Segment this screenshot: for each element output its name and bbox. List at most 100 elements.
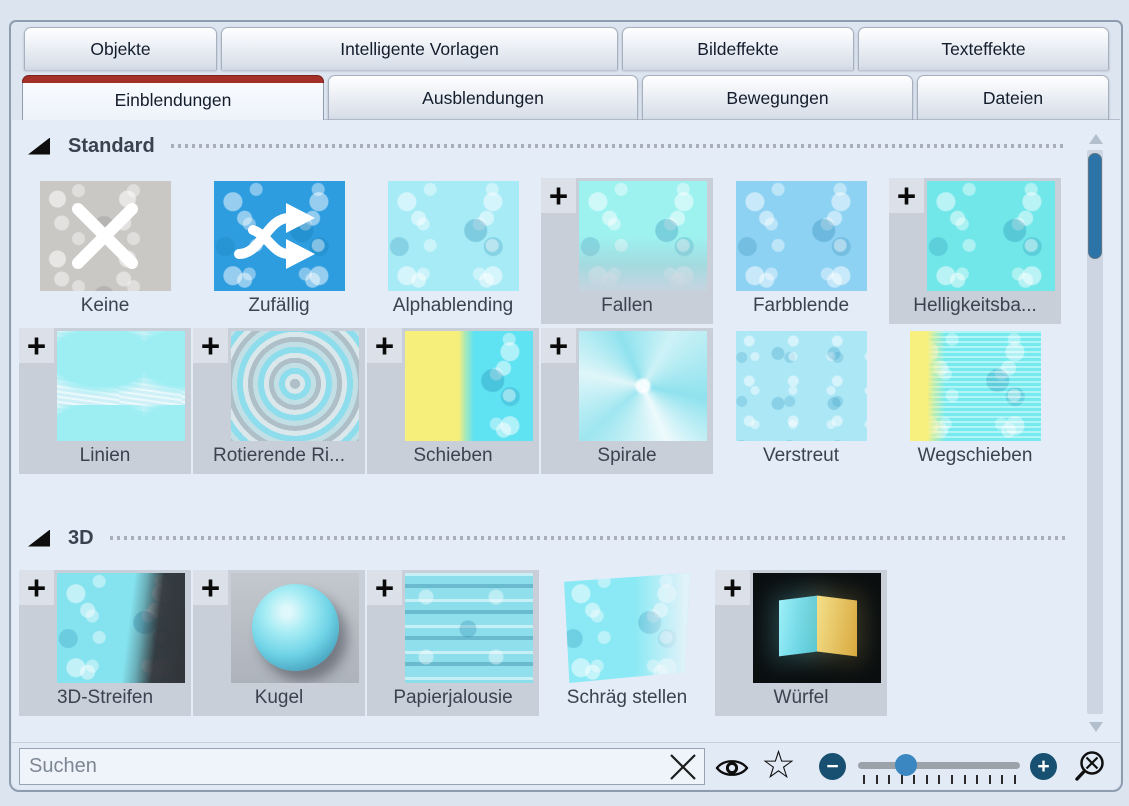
section-dotted-rule — [110, 536, 1065, 540]
effect-label: 3D-Streifen — [19, 687, 191, 709]
tab-dateien[interactable]: Dateien — [917, 75, 1109, 120]
effect-thumbnail — [910, 331, 1041, 441]
effect-tile-farbblende[interactable]: Farbblende — [715, 178, 887, 324]
effect-thumbnail — [231, 331, 359, 441]
effect-thumbnail — [231, 573, 359, 683]
thumbnail-size-slider-thumb[interactable] — [895, 754, 917, 776]
slider-tick — [876, 775, 878, 784]
plus-badge: + — [367, 328, 402, 363]
effect-label: Helligkeitsba... — [889, 295, 1061, 317]
collapse-triangle-icon — [28, 138, 50, 155]
effect-tile-schieben[interactable]: + Schieben — [367, 328, 539, 474]
bottom-toolbar: ☆ − + — [12, 742, 1120, 789]
effect-tile-wuerfel[interactable]: +Würfel — [715, 570, 887, 716]
effect-label: Verstreut — [715, 445, 887, 467]
slider-tick — [1014, 775, 1016, 784]
tab-ausblendungen[interactable]: Ausblendungen — [328, 75, 638, 120]
effect-thumbnail — [57, 331, 185, 441]
tab-intelligente-vorlagen[interactable]: Intelligente Vorlagen — [221, 27, 618, 70]
slider-tick — [989, 775, 991, 784]
effect-tile-fallen[interactable]: + Fallen — [541, 178, 713, 324]
effect-tile-kugel[interactable]: + Kugel — [193, 570, 365, 716]
effect-tile-jalousie[interactable]: + Papierjalousie — [367, 570, 539, 716]
effect-label: Linien — [19, 445, 191, 467]
tab-bewegungen[interactable]: Bewegungen — [642, 75, 913, 120]
effect-thumbnail — [388, 181, 519, 291]
effect-label: Schräg stellen — [541, 687, 713, 709]
zoom-in-button[interactable]: + — [1030, 753, 1057, 780]
star-icon[interactable]: ☆ — [761, 742, 796, 789]
effects-panel: ObjekteIntelligente VorlagenBildeffekteT… — [9, 20, 1123, 792]
slider-tick — [913, 775, 915, 784]
effect-tile-linien[interactable]: + Linien — [19, 328, 191, 474]
effect-label: Farbblende — [715, 295, 887, 317]
plus-badge: + — [193, 328, 228, 363]
effect-tile-ringe[interactable]: + Rotierende Ri... — [193, 328, 365, 474]
tab-bildeffekte[interactable]: Bildeffekte — [622, 27, 854, 70]
zoom-reset-magnifier-icon[interactable] — [1072, 749, 1108, 785]
slider-tick — [951, 775, 953, 784]
tab-texteffekte[interactable]: Texteffekte — [858, 27, 1109, 70]
tab-einblendungen[interactable]: Einblendungen — [22, 75, 324, 120]
effect-label: Wegschieben — [889, 445, 1061, 467]
slider-tick — [964, 775, 966, 784]
effect-thumbnail — [927, 181, 1055, 291]
effect-thumbnail — [579, 331, 707, 441]
tab-objekte[interactable]: Objekte — [24, 27, 217, 70]
effect-thumbnail — [579, 181, 707, 291]
effect-label: Papierjalousie — [367, 687, 539, 709]
section-dotted-rule — [171, 144, 1065, 148]
effect-thumbnail — [562, 573, 693, 683]
effect-tile-wegschieben[interactable]: Wegschieben — [889, 328, 1061, 474]
effect-thumbnail — [736, 331, 867, 441]
effect-tile-zufaellig[interactable]: Zufällig — [193, 178, 365, 324]
effect-label: Keine — [19, 295, 191, 317]
effects-content-area: StandardKeineZufälligAlphablending+Falle… — [12, 120, 1120, 742]
slider-tick — [901, 775, 903, 784]
effect-tile-verstreut[interactable]: Verstreut — [715, 328, 887, 474]
clear-search-icon[interactable] — [668, 752, 698, 782]
plus-badge: + — [193, 570, 228, 605]
effect-thumbnail — [753, 573, 881, 683]
effect-thumbnail — [214, 181, 345, 291]
effect-thumbnail — [405, 573, 533, 683]
slider-tick — [926, 775, 928, 784]
plus-badge: + — [19, 328, 54, 363]
effect-tile-helligkeit[interactable]: + Helligkeitsba... — [889, 178, 1061, 324]
scrollbar-thumb[interactable] — [1088, 153, 1102, 259]
plus-badge: + — [889, 178, 924, 213]
scrollbar-down-arrow-icon[interactable] — [1089, 722, 1103, 732]
section-title: 3D — [68, 527, 94, 550]
slider-tick — [1001, 775, 1003, 784]
effect-thumbnail — [57, 573, 185, 683]
plus-badge: + — [19, 570, 54, 605]
x-cross-icon — [65, 196, 145, 276]
slider-tick — [976, 775, 978, 784]
collapse-triangle-icon — [28, 530, 50, 547]
effect-label: Alphablending — [367, 295, 539, 317]
effect-label: Rotierende Ri... — [193, 445, 365, 467]
slider-tick — [888, 775, 890, 784]
slider-tick — [863, 775, 865, 784]
plus-badge: + — [541, 178, 576, 213]
effect-label: Schieben — [367, 445, 539, 467]
effect-tile-alpha[interactable]: Alphablending — [367, 178, 539, 324]
eye-icon[interactable] — [715, 756, 749, 780]
shuffle-arrows-icon — [229, 196, 329, 276]
effect-label: Fallen — [541, 295, 713, 317]
search-input[interactable] — [19, 748, 705, 785]
effect-tile-schraeg[interactable]: Schräg stellen — [541, 570, 713, 716]
section-header-standard[interactable]: Standard — [28, 132, 1065, 160]
thumbnail-size-slider-track[interactable] — [858, 762, 1020, 769]
effect-label: Kugel — [193, 687, 365, 709]
section-header-3d[interactable]: 3D — [28, 524, 1065, 552]
plus-badge: + — [541, 328, 576, 363]
effect-tile-spirale[interactable]: +Spirale — [541, 328, 713, 474]
effect-tile-streifen3d[interactable]: +3D-Streifen — [19, 570, 191, 716]
zoom-out-button[interactable]: − — [819, 753, 846, 780]
effect-label: Zufällig — [193, 295, 365, 317]
scrollbar-up-arrow-icon[interactable] — [1089, 134, 1103, 144]
plus-badge: + — [367, 570, 402, 605]
effect-tile-keine[interactable]: Keine — [19, 178, 191, 324]
effects-grid-3d: +3D-Streifen+Kugel+PapierjalousieSchräg … — [19, 570, 1120, 716]
